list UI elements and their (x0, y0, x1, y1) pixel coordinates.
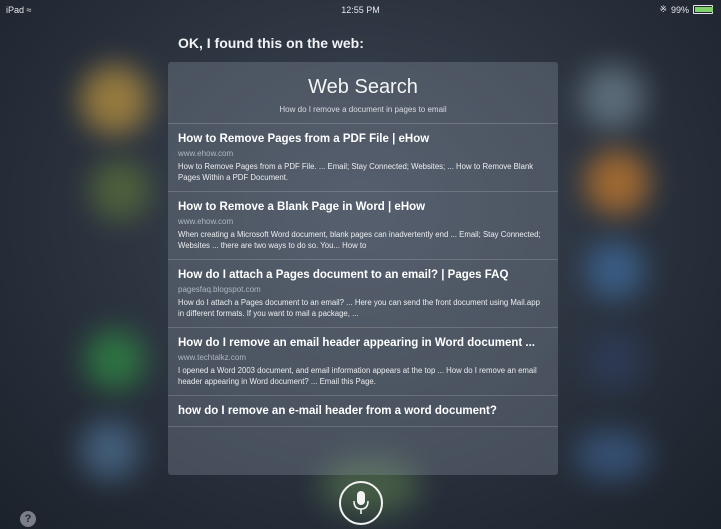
siri-response-heading: OK, I found this on the web: (178, 35, 364, 51)
bluetooth-icon: ※ (659, 4, 667, 14)
result-url: www.techtalkz.com (178, 353, 247, 362)
question-mark-icon[interactable]: ? (20, 511, 36, 527)
result-description: I opened a Word 2003 document, and email… (178, 366, 537, 386)
result-url: pagesfaq.blogspot.com (178, 285, 261, 294)
result-url: www.ehow.com (178, 149, 234, 158)
microphone-icon (353, 491, 369, 514)
battery-fill (695, 7, 713, 12)
result-title[interactable]: How to Remove Pages from a PDF File | eH… (178, 132, 547, 146)
battery-icon (693, 5, 713, 14)
status-bar: iPad ≈ 12:55 PM ※ 99% (0, 0, 721, 20)
result-description: When creating a Microsoft Word document,… (178, 230, 541, 250)
result-title[interactable]: How to Remove a Blank Page in Word | eHo… (178, 200, 547, 214)
search-result[interactable]: How to Remove a Blank Page in Word | eHo… (168, 192, 558, 260)
web-search-card: Web Search How do I remove a document in… (168, 62, 558, 475)
search-result[interactable]: How do I attach a Pages document to an e… (168, 260, 558, 328)
status-right: ※ 99% (659, 4, 713, 15)
result-description: How to Remove Pages from a PDF File. ...… (178, 162, 534, 182)
search-result[interactable]: How do I remove an email header appearin… (168, 328, 558, 396)
battery-percent: 99% (670, 4, 689, 15)
search-result[interactable]: How to Remove Pages from a PDF File | eH… (168, 124, 558, 192)
result-title[interactable]: how do I remove an e-mail header from a … (178, 404, 547, 418)
search-result[interactable]: how do I remove an e-mail header from a … (168, 396, 558, 427)
card-header: Web Search How do I remove a document in… (168, 62, 558, 124)
search-query: How do I remove a document in pages to e… (279, 105, 447, 114)
microphone-button[interactable] (339, 481, 383, 525)
card-title: Web Search (308, 76, 418, 98)
clock: 12:55 PM (341, 5, 380, 15)
result-title[interactable]: How do I remove an email header appearin… (178, 336, 547, 350)
result-description: How do I attach a Pages document to an e… (178, 298, 540, 318)
result-url: www.ehow.com (178, 217, 234, 226)
result-title[interactable]: How do I attach a Pages document to an e… (178, 268, 547, 282)
results-list: How to Remove Pages from a PDF File | eH… (168, 124, 558, 427)
